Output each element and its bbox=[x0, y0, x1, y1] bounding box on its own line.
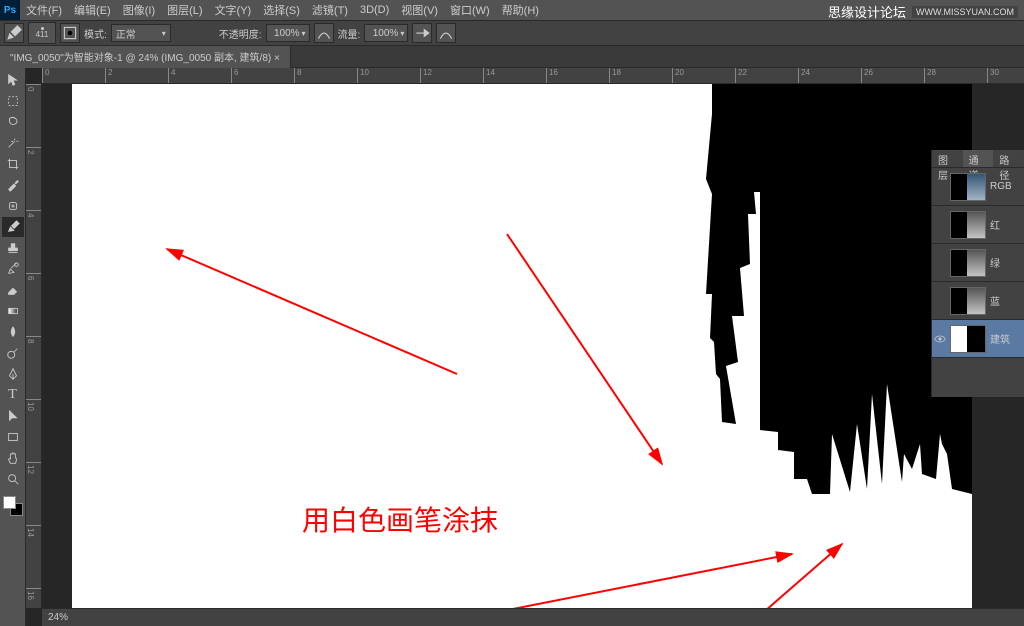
document-tab-bar: "IMG_0050"为智能对象-1 @ 24% (IMG_0050 副本, 建筑… bbox=[0, 46, 1024, 68]
channel-row-红[interactable]: 红 bbox=[932, 206, 1024, 244]
visibility-icon[interactable] bbox=[934, 257, 946, 269]
mode-label: 模式: bbox=[84, 26, 107, 41]
color-swatches[interactable] bbox=[3, 496, 23, 516]
history-brush-tool[interactable] bbox=[2, 259, 24, 279]
canvas[interactable]: 用白色画笔涂抹 图023 bbox=[72, 84, 972, 608]
shape-tool[interactable] bbox=[2, 427, 24, 447]
brush-preset-picker[interactable]: 411 bbox=[28, 22, 56, 44]
visibility-icon[interactable] bbox=[934, 181, 946, 193]
channel-thumbnail bbox=[950, 173, 986, 201]
channels-panel: 图层 通道 路径 RGB 红绿蓝建筑 bbox=[931, 150, 1024, 397]
tab-channels[interactable]: 通道 bbox=[963, 150, 994, 167]
watermark-site: 思缘设计论坛 bbox=[828, 2, 906, 21]
canvas-viewport[interactable]: 用白色画笔涂抹 图023 bbox=[42, 84, 1024, 608]
heal-tool[interactable] bbox=[2, 196, 24, 216]
menu-image[interactable]: 图像(I) bbox=[117, 2, 161, 18]
brush-size: 411 bbox=[36, 30, 49, 39]
tab-layers[interactable]: 图层 bbox=[932, 150, 963, 167]
type-tool[interactable]: T bbox=[2, 385, 24, 405]
pressure-opacity-icon[interactable] bbox=[314, 23, 334, 43]
flow-input[interactable]: 100% bbox=[364, 24, 408, 42]
menu-3d[interactable]: 3D(D) bbox=[354, 4, 395, 16]
options-bar: 411 模式: 正常 不透明度: 100% 流量: 100% bbox=[0, 20, 1024, 46]
horizontal-ruler: 0246810121416182022242628303234363840424… bbox=[42, 68, 1024, 84]
channel-thumbnail bbox=[950, 287, 986, 315]
workspace: T 02468101214161820222426283032343638404… bbox=[0, 68, 1024, 626]
menu-select[interactable]: 选择(S) bbox=[257, 2, 306, 18]
document-area: 0246810121416182022242628303234363840424… bbox=[26, 68, 1024, 626]
brush-panel-icon[interactable] bbox=[60, 23, 80, 43]
menu-type[interactable]: 文字(Y) bbox=[209, 2, 258, 18]
watermark: 思缘设计论坛 WWW.MISSYUAN.COM bbox=[828, 2, 1018, 21]
opacity-label: 不透明度: bbox=[219, 26, 262, 41]
channel-name: RGB bbox=[990, 181, 1012, 192]
toolbox: T bbox=[0, 68, 26, 626]
visibility-icon[interactable] bbox=[934, 333, 946, 345]
channel-thumbnail bbox=[950, 249, 986, 277]
channel-row-蓝[interactable]: 蓝 bbox=[932, 282, 1024, 320]
opacity-input[interactable]: 100% bbox=[266, 24, 310, 42]
pressure-size-icon[interactable] bbox=[436, 23, 456, 43]
tab-paths[interactable]: 路径 bbox=[993, 150, 1024, 167]
channel-name: 建筑 bbox=[990, 331, 1010, 346]
crop-tool[interactable] bbox=[2, 154, 24, 174]
visibility-icon[interactable] bbox=[934, 295, 946, 307]
menu-file[interactable]: 文件(F) bbox=[20, 2, 68, 18]
vertical-ruler: 024681012141618202224262830323436 bbox=[26, 84, 42, 608]
menu-filter[interactable]: 滤镜(T) bbox=[306, 2, 354, 18]
menu-view[interactable]: 视图(V) bbox=[395, 2, 444, 18]
app-logo: Ps bbox=[0, 0, 20, 20]
channel-row-建筑[interactable]: 建筑 bbox=[932, 320, 1024, 358]
blur-tool[interactable] bbox=[2, 322, 24, 342]
channel-row-RGB[interactable]: RGB bbox=[932, 168, 1024, 206]
channel-row-绿[interactable]: 绿 bbox=[932, 244, 1024, 282]
wand-tool[interactable] bbox=[2, 133, 24, 153]
watermark-url: WWW.MISSYUAN.COM bbox=[912, 6, 1018, 18]
menu-window[interactable]: 窗口(W) bbox=[444, 2, 496, 18]
dodge-tool[interactable] bbox=[2, 343, 24, 363]
panel-tabs: 图层 通道 路径 bbox=[932, 150, 1024, 168]
current-tool-icon[interactable] bbox=[4, 23, 24, 43]
channel-name: 蓝 bbox=[990, 293, 1000, 308]
channel-thumbnail bbox=[950, 325, 986, 353]
brush-tool[interactable] bbox=[2, 217, 24, 237]
flow-label: 流量: bbox=[338, 26, 361, 41]
document-tab[interactable]: "IMG_0050"为智能对象-1 @ 24% (IMG_0050 副本, 建筑… bbox=[0, 46, 291, 68]
gradient-tool[interactable] bbox=[2, 301, 24, 321]
channel-name: 红 bbox=[990, 217, 1000, 232]
menu-edit[interactable]: 编辑(E) bbox=[68, 2, 117, 18]
marquee-tool[interactable] bbox=[2, 91, 24, 111]
channel-name: 绿 bbox=[990, 255, 1000, 270]
canvas-content bbox=[72, 84, 972, 608]
stamp-tool[interactable] bbox=[2, 238, 24, 258]
menu-layer[interactable]: 图层(L) bbox=[161, 2, 208, 18]
status-bar: 24% bbox=[42, 608, 1024, 626]
airbrush-icon[interactable] bbox=[412, 23, 432, 43]
zoom-display[interactable]: 24% bbox=[48, 612, 68, 623]
menu-help[interactable]: 帮助(H) bbox=[496, 2, 545, 18]
path-select-tool[interactable] bbox=[2, 406, 24, 426]
eyedropper-tool[interactable] bbox=[2, 175, 24, 195]
channel-thumbnail bbox=[950, 211, 986, 239]
eraser-tool[interactable] bbox=[2, 280, 24, 300]
hand-tool[interactable] bbox=[2, 448, 24, 468]
pen-tool[interactable] bbox=[2, 364, 24, 384]
blend-mode-dropdown[interactable]: 正常 bbox=[111, 24, 171, 42]
visibility-icon[interactable] bbox=[934, 219, 946, 231]
zoom-tool[interactable] bbox=[2, 469, 24, 489]
move-tool[interactable] bbox=[2, 70, 24, 90]
document-title: "IMG_0050"为智能对象-1 @ 24% (IMG_0050 副本, 建筑… bbox=[10, 49, 280, 64]
foreground-color[interactable] bbox=[3, 496, 16, 509]
lasso-tool[interactable] bbox=[2, 112, 24, 132]
